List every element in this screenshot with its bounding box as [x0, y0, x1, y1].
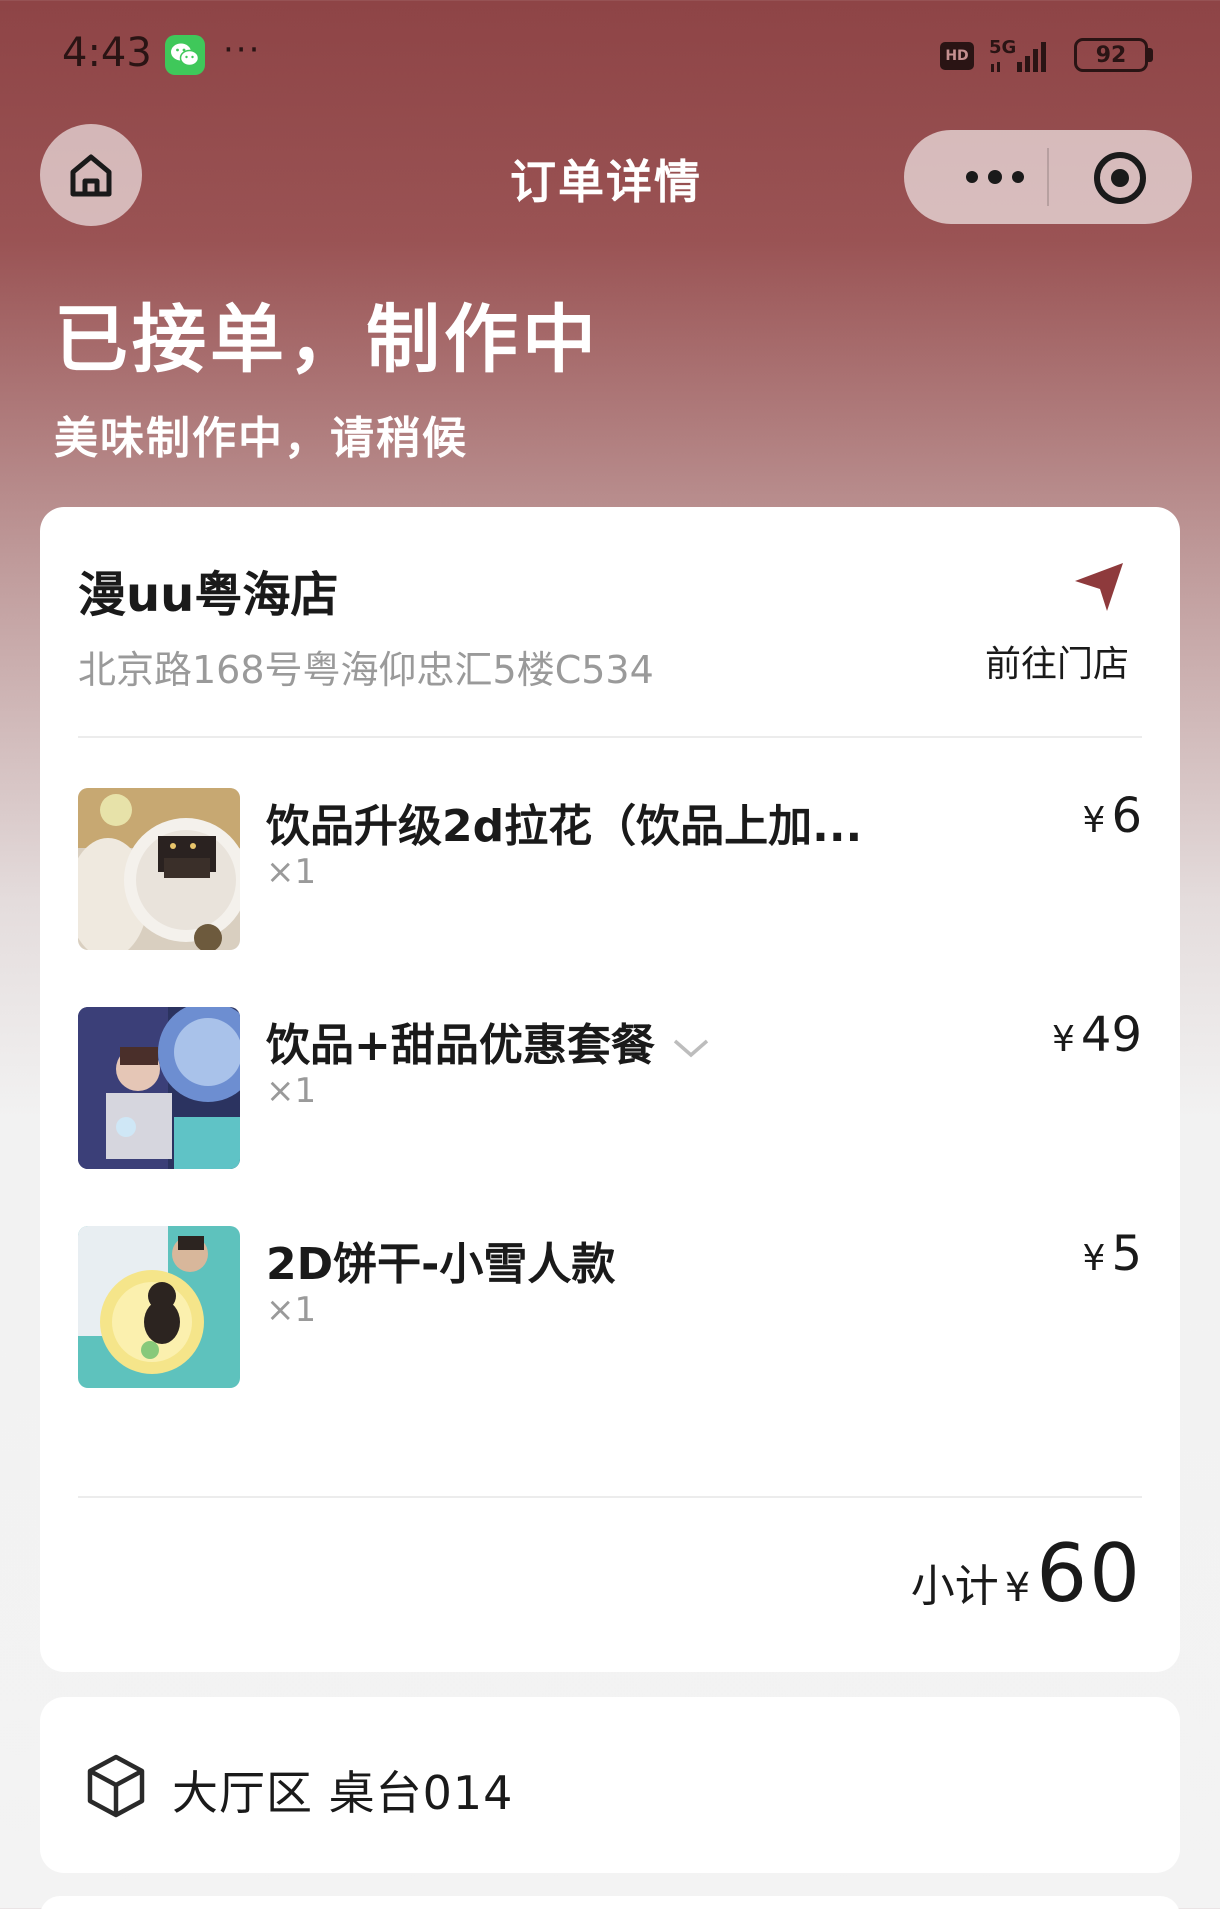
order-subtitle: 美味制作中，请稍候 [54, 413, 468, 464]
wechat-icon [165, 35, 205, 75]
subtotal-label: 小计 [910, 1561, 999, 1612]
capsule-divider [1047, 148, 1049, 206]
divider [78, 736, 1142, 738]
table-location: 大厅区 桌台014 [172, 1766, 514, 1820]
go-to-store-label: 前往门店 [985, 644, 1130, 685]
item-price: ¥6 [1083, 788, 1142, 844]
item-price-value: 6 [1111, 788, 1142, 844]
currency-symbol: ¥ [1082, 800, 1106, 841]
status-bar: 4:43 ··· HD 5G 92 [0, 0, 1220, 110]
navigation-arrow-icon [1075, 563, 1123, 611]
more-dot-icon [1012, 171, 1024, 183]
battery-icon: 92 [1074, 38, 1148, 72]
battery-tip [1148, 48, 1153, 62]
subtotal-amount: 60 [1036, 1527, 1142, 1620]
item-thumbnail [78, 1007, 240, 1169]
item-price: ¥49 [1052, 1007, 1142, 1063]
currency-symbol: ¥ [1082, 1238, 1106, 1279]
go-to-store-button[interactable]: 前往门店 [985, 557, 1155, 685]
next-card [40, 1896, 1180, 1909]
item-thumbnail [78, 788, 240, 950]
order-status: 已接单，制作中 [54, 297, 600, 383]
item-price: ¥5 [1083, 1226, 1142, 1282]
item-quantity: ×1 [266, 1071, 317, 1111]
currency-symbol: ¥ [1052, 1019, 1075, 1060]
item-thumbnail [78, 1226, 240, 1388]
more-dot-icon [988, 170, 1002, 184]
target-icon [1111, 169, 1129, 187]
order-item[interactable]: 饮品升级2d拉花（饮品上加... ×1 ¥6 [78, 788, 1142, 950]
store-name: 漫uu粤海店 [78, 567, 339, 623]
close-target-button[interactable] [1094, 152, 1146, 204]
item-name: 饮品+甜品优惠套餐 [266, 1009, 711, 1073]
currency-symbol: ¥ [1004, 1565, 1031, 1611]
item-name-text: 饮品+甜品优惠套餐 [266, 1020, 655, 1071]
order-card: 漫uu粤海店 北京路168号粤海仰忠汇5楼C534 前往门店 饮品升级2d拉花（… [40, 507, 1180, 1672]
chevron-down-icon[interactable] [671, 1036, 711, 1060]
order-item[interactable]: 2D饼干-小雪人款 ×1 ¥5 [78, 1226, 1142, 1388]
order-item[interactable]: 饮品+甜品优惠套餐 ×1 ¥49 [78, 1007, 1142, 1169]
status-time: 4:43 [62, 30, 152, 76]
signal-icon: 5G [989, 37, 1046, 72]
store-address: 北京路168号粤海仰忠汇5楼C534 [78, 648, 654, 692]
hd-badge: HD [940, 42, 974, 70]
item-price-value: 5 [1111, 1226, 1142, 1282]
item-quantity: ×1 [266, 852, 317, 892]
mini-program-capsule [904, 130, 1192, 224]
battery-level: 92 [1095, 42, 1127, 68]
table-card: 大厅区 桌台014 [40, 1697, 1180, 1873]
more-button[interactable] [940, 152, 1050, 202]
more-dot-icon [966, 171, 978, 183]
status-more-dots: ··· [223, 30, 262, 70]
item-price-value: 49 [1080, 1007, 1142, 1063]
network-label: 5G [989, 37, 1016, 58]
item-name: 2D饼干-小雪人款 [266, 1239, 616, 1290]
item-name: 饮品升级2d拉花（饮品上加... [266, 801, 863, 852]
box-icon [87, 1754, 145, 1818]
subtotal: 小计 ¥60 [911, 1527, 1142, 1620]
item-quantity: ×1 [266, 1290, 317, 1330]
divider [78, 1496, 1142, 1498]
